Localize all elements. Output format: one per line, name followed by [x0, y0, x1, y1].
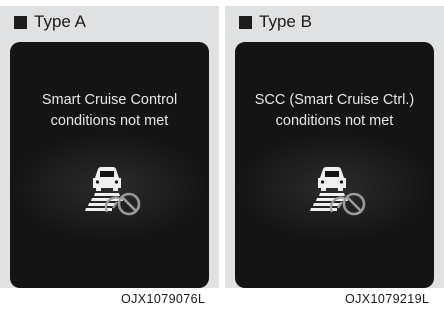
type-b-label: Type B [259, 12, 312, 31]
type-a-message-line1: Smart Cruise Control [41, 92, 178, 108]
type-a-cluster-display: Smart Cruise Control conditions not met [10, 42, 209, 288]
type-a-figure-code: OJX1079076L [121, 292, 206, 306]
square-bullet-icon [239, 15, 252, 29]
cruise-unavailable-icon [85, 167, 141, 216]
cruise-unavailable-icon [310, 167, 366, 216]
type-a-message-line2: conditions not met [50, 113, 169, 129]
type-b-message-line1: SCC (Smart Cruise Ctrl.) [254, 92, 415, 108]
type-b-panel: Type B SCC (Smart Cruise Ctrl.) conditio… [225, 6, 444, 288]
type-b-header: Type B [239, 11, 312, 33]
type-b-message: SCC (Smart Cruise Ctrl.) conditions not … [235, 90, 434, 132]
type-b-figure-code: OJX1079219L [345, 292, 430, 306]
type-b-cluster-display: SCC (Smart Cruise Ctrl.) conditions not … [235, 42, 434, 288]
type-b-message-line2: conditions not met [275, 113, 394, 129]
type-a-panel: Type A Smart Cruise Control conditions n… [0, 6, 219, 288]
type-a-message: Smart Cruise Control conditions not met [10, 90, 209, 132]
type-a-header: Type A [14, 11, 86, 33]
square-bullet-icon [14, 15, 27, 29]
type-a-label: Type A [34, 12, 86, 31]
